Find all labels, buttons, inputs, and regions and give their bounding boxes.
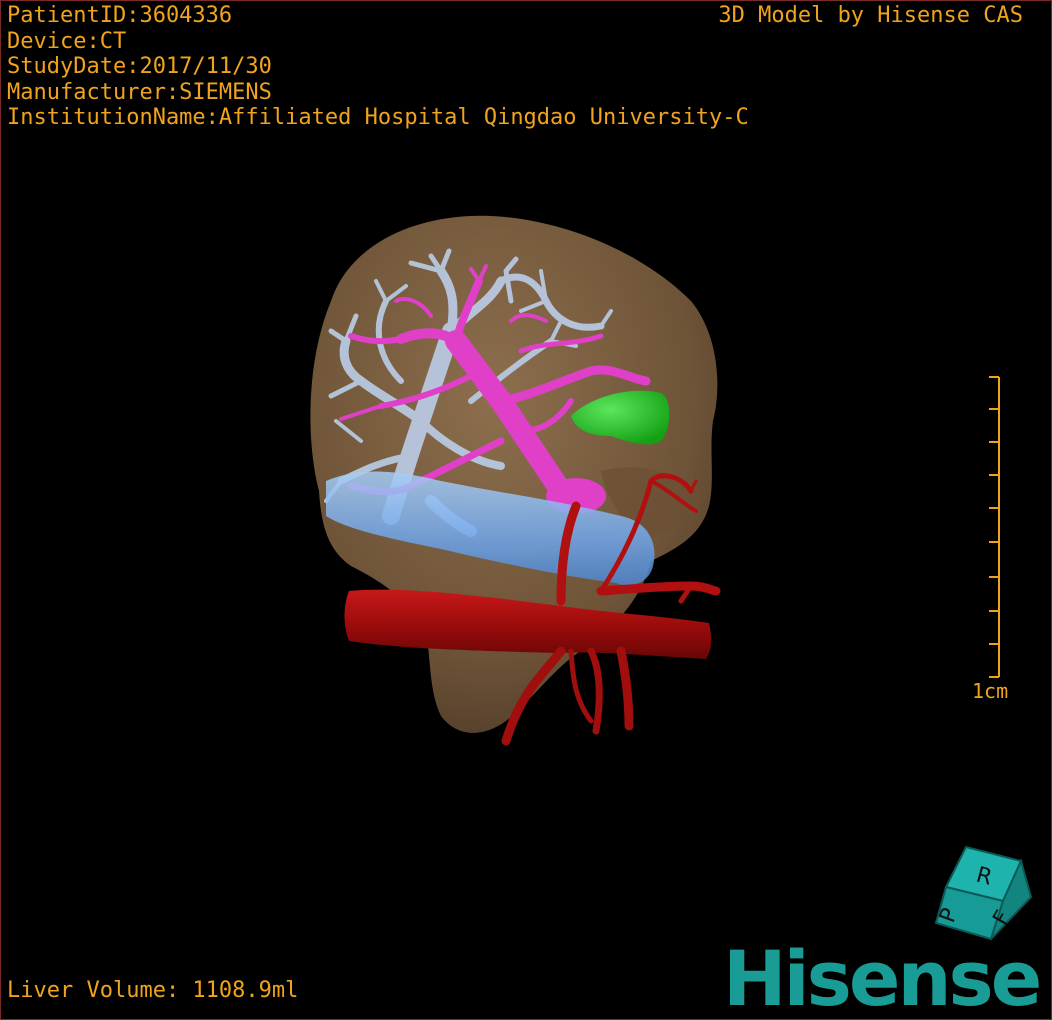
institution-name: InstitutionName:Affiliated Hospital Qing… bbox=[7, 105, 749, 130]
model-credit: 3D Model by Hisense CAS bbox=[718, 3, 1023, 28]
dicom-info-block: PatientID:3604336 Device:CT StudyDate:20… bbox=[7, 3, 749, 131]
hisense-logo: Hisense bbox=[723, 934, 1042, 1020]
scale-bar bbox=[989, 376, 1000, 678]
orientation-cube-icon[interactable]: R P F bbox=[931, 839, 1041, 944]
manufacturer: Manufacturer:SIEMENS bbox=[7, 79, 272, 105]
patient-id: PatientID:3604336 bbox=[7, 3, 233, 28]
3d-viewport[interactable]: PatientID:3604336 Device:CT StudyDate:20… bbox=[0, 0, 1052, 1020]
scale-label: 1cm bbox=[972, 679, 1009, 703]
device: Device:CT bbox=[7, 28, 127, 54]
liver-3d-model[interactable] bbox=[1, 1, 1051, 1019]
study-date: StudyDate:2017/11/30 bbox=[7, 54, 272, 79]
liver-volume: Liver Volume: 1108.9ml bbox=[7, 978, 299, 1003]
